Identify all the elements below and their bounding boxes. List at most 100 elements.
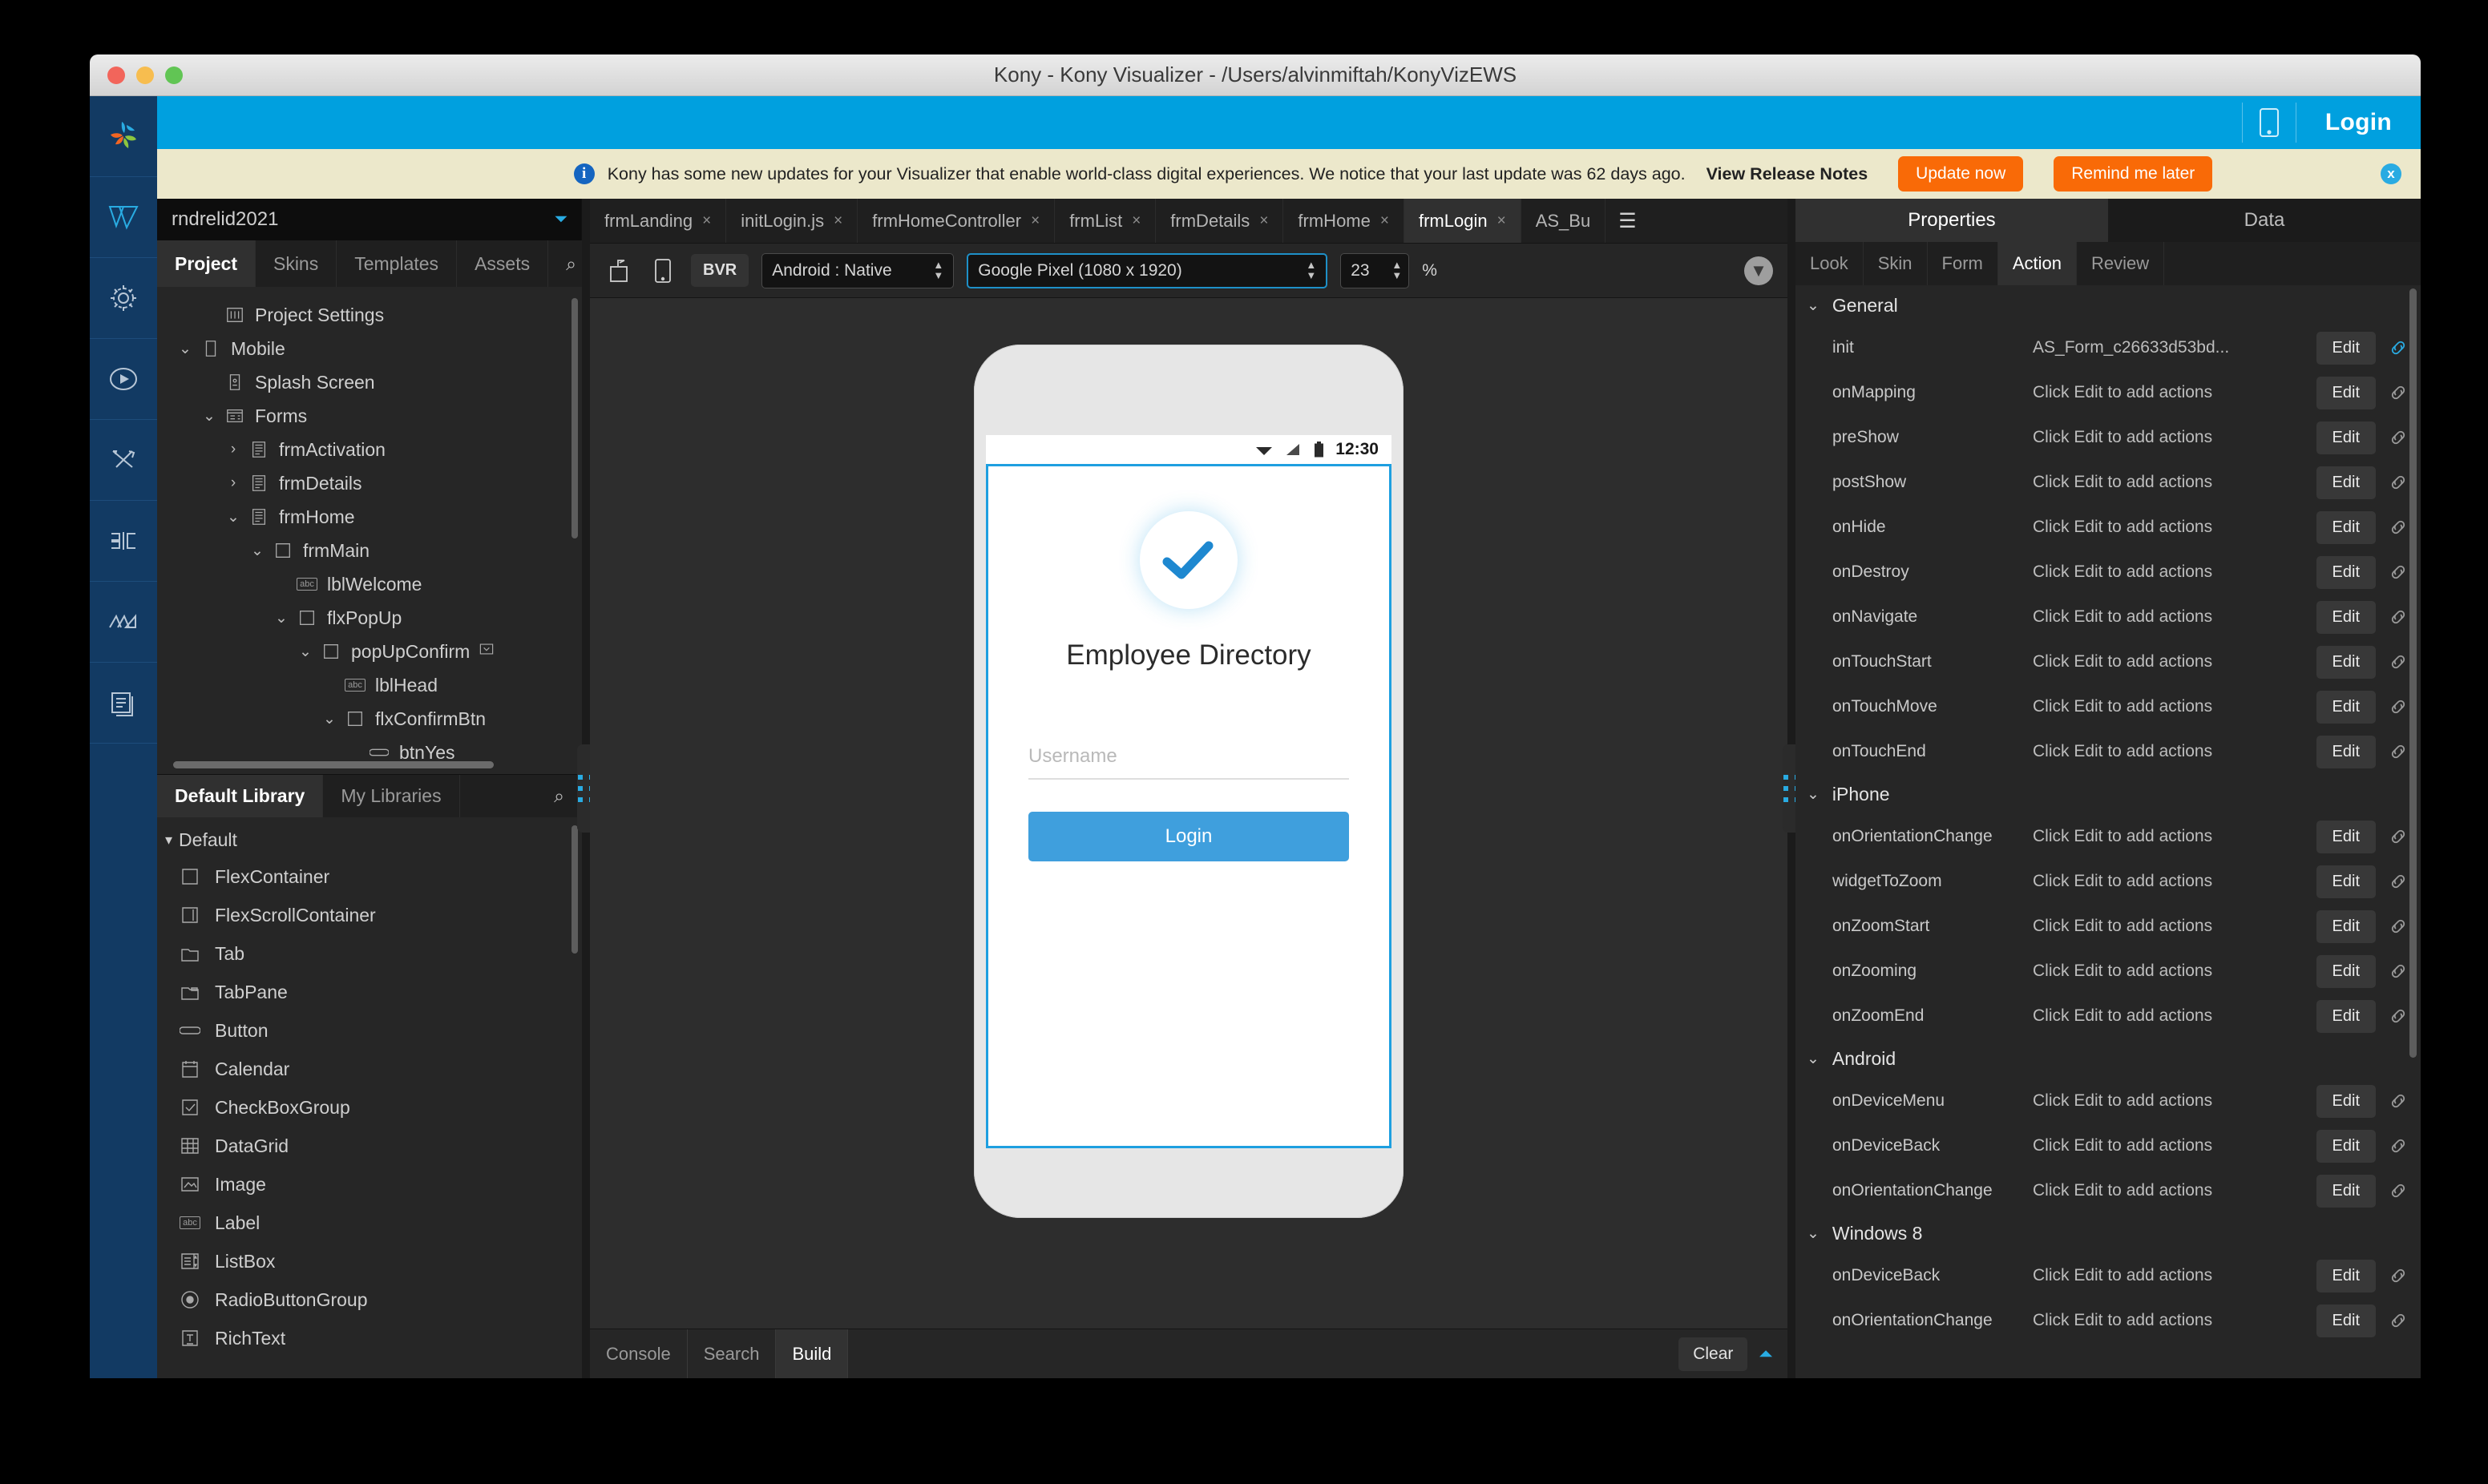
editor-tab-as-bu[interactable]: AS_Bu <box>1521 199 1606 243</box>
chevron-updown-icon[interactable]: ▲ ▼ <box>1391 260 1402 280</box>
edit-button[interactable]: Edit <box>2316 820 2376 853</box>
chevron-up-icon[interactable]: ⏶ <box>1759 1345 1773 1362</box>
tree-item-popupconfirm[interactable]: ⌄ popUpConfirm <box>157 635 582 668</box>
library-item-calendar[interactable]: Calendar <box>157 1050 582 1088</box>
project-tab-assets[interactable]: Assets <box>457 240 549 287</box>
console-tab-build[interactable]: Build <box>776 1329 849 1378</box>
tree-item-forms[interactable]: ⌄ Forms <box>157 399 582 433</box>
widget-library-list[interactable]: ▾ Default FlexContainer FlexScrollContain… <box>157 817 582 1378</box>
edit-button[interactable]: Edit <box>2316 555 2376 589</box>
tree-item-project settings[interactable]: Project Settings <box>157 298 582 332</box>
kony-logo-icon[interactable] <box>90 96 157 177</box>
chevron-right-icon[interactable]: › <box>221 441 245 458</box>
edit-button[interactable]: Edit <box>2316 376 2376 409</box>
chevron-down-circle-icon[interactable]: ▼ <box>1744 256 1773 285</box>
project-tabs[interactable]: ProjectSkinsTemplatesAssets⌕☰ <box>157 240 648 287</box>
login-account-button[interactable]: Login <box>2296 96 2421 149</box>
project-tab-skins[interactable]: Skins <box>256 240 337 287</box>
edit-button[interactable]: Edit <box>2316 735 2376 768</box>
export-form-icon[interactable] <box>604 254 635 288</box>
close-window-button[interactable] <box>107 67 125 84</box>
editor-tab-frmdetails[interactable]: frmDetails × <box>1156 199 1284 243</box>
library-item-tab[interactable]: Tab <box>157 934 582 973</box>
editor-tab-frmlist[interactable]: frmList × <box>1055 199 1157 243</box>
charts-icon[interactable] <box>90 582 157 663</box>
edit-button[interactable]: Edit <box>2316 1174 2376 1208</box>
library-item-radiobuttongroup[interactable]: RadioButtonGroup <box>157 1280 582 1319</box>
editor-tab-frmlogin[interactable]: frmLogin × <box>1404 199 1521 243</box>
view-release-notes-link[interactable]: View Release Notes <box>1706 164 1868 184</box>
tree-item-frmmain[interactable]: ⌄ frmMain <box>157 534 582 567</box>
maximize-window-button[interactable] <box>165 67 183 84</box>
editor-tab-frmhomecontroller[interactable]: frmHomeController × <box>858 199 1056 243</box>
edit-button[interactable]: Edit <box>2316 645 2376 679</box>
tree-item-mobile[interactable]: ⌄ Mobile <box>157 332 582 365</box>
library-item-richtext[interactable]: RichText <box>157 1319 582 1357</box>
tree-item-splash screen[interactable]: Splash Screen <box>157 365 582 399</box>
properties-top-tabs[interactable]: Properties Data <box>1795 199 2421 242</box>
edit-button[interactable]: Edit <box>2316 954 2376 988</box>
properties-subtab-review[interactable]: Review <box>2077 242 2165 285</box>
project-tree[interactable]: Project Settings ⌄ Mobile Splash Screen ⌄ For… <box>157 287 582 774</box>
play-icon[interactable] <box>90 339 157 420</box>
console-tab-search[interactable]: Search <box>688 1329 777 1378</box>
chevron-down-icon[interactable]: ⌄ <box>293 643 317 661</box>
edit-button[interactable]: Edit <box>2316 421 2376 454</box>
window-controls[interactable] <box>107 54 183 96</box>
visualizer-icon[interactable] <box>90 177 157 258</box>
edit-button[interactable]: Edit <box>2316 600 2376 634</box>
properties-subtab-look[interactable]: Look <box>1795 242 1864 285</box>
properties-section-android[interactable]: ⌄ Android <box>1795 1038 2421 1079</box>
login-button[interactable]: Login <box>1028 812 1349 861</box>
remind-me-later-button[interactable]: Remind me later <box>2054 156 2213 192</box>
edit-button[interactable]: Edit <box>2316 999 2376 1033</box>
library-item-datagrid[interactable]: DataGrid <box>157 1127 582 1165</box>
link-chain-icon[interactable] <box>2376 1180 2421 1202</box>
editor-tab-initlogin-js[interactable]: initLogin.js × <box>726 199 858 243</box>
right-panel-splitter[interactable] <box>1783 199 1800 1378</box>
chevron-down-icon[interactable]: ⌄ <box>221 508 245 526</box>
chevron-down-icon[interactable]: ⌄ <box>1807 785 1820 804</box>
tree-horizontal-scrollbar[interactable] <box>173 761 494 768</box>
library-item-button[interactable]: Button <box>157 1011 582 1050</box>
tools-icon[interactable] <box>90 420 157 501</box>
frmlogin-form[interactable]: Employee Directory Username Login <box>986 464 1391 1148</box>
console-tab-console[interactable]: Console <box>590 1329 688 1378</box>
zoom-stepper[interactable]: 23 ▲ ▼ <box>1340 252 1410 288</box>
tree-item-frmdetails[interactable]: › frmDetails <box>157 466 582 500</box>
link-chain-icon[interactable] <box>2376 1309 2421 1332</box>
device-select[interactable]: Google Pixel (1080 x 1920) ▲ ▼ <box>967 252 1328 288</box>
library-item-tabpane[interactable]: TabPane <box>157 973 582 1011</box>
chevron-down-icon[interactable]: ⌄ <box>173 340 197 358</box>
chevron-down-icon[interactable]: ⌄ <box>245 542 269 560</box>
project-selector[interactable]: rndrelid2021 ⏷ <box>157 199 582 240</box>
properties-content[interactable]: ⌄ General init AS_Form_c26633d53bd... Edit on… <box>1795 285 2421 1378</box>
properties-subtab-skin[interactable]: Skin <box>1864 242 1928 285</box>
layout-icon[interactable] <box>90 501 157 582</box>
left-panel-splitter[interactable] <box>577 199 595 1378</box>
bvr-button[interactable]: BVR <box>691 254 749 287</box>
form-canvas[interactable]: 12:30 Employee Directory Username Login <box>590 298 1787 1329</box>
close-icon[interactable]: × <box>834 212 842 230</box>
close-icon[interactable]: × <box>1497 212 1506 230</box>
properties-subtab-action[interactable]: Action <box>1997 242 2077 285</box>
chevron-down-icon[interactable]: ⌄ <box>1807 1050 1820 1068</box>
library-tab-default-library[interactable]: Default Library <box>157 775 324 817</box>
editor-tab-frmlanding[interactable]: frmLanding × <box>590 199 727 243</box>
close-icon[interactable]: × <box>1380 212 1389 230</box>
tree-item-frmactivation[interactable]: › frmActivation <box>157 433 582 466</box>
gear-icon[interactable] <box>90 258 157 339</box>
chevron-down-icon[interactable]: ⌄ <box>1807 1224 1820 1243</box>
edit-button[interactable]: Edit <box>2316 510 2376 544</box>
edit-button[interactable]: Edit <box>2316 909 2376 943</box>
library-item-flexcontainer[interactable]: FlexContainer <box>157 857 582 896</box>
properties-section-iphone[interactable]: ⌄ iPhone <box>1795 774 2421 814</box>
close-icon[interactable]: × <box>1259 212 1268 230</box>
library-item-checkboxgroup[interactable]: CheckBoxGroup <box>157 1088 582 1127</box>
library-item-listbox[interactable]: ListBox <box>157 1242 582 1280</box>
mobile-device-icon[interactable] <box>2243 96 2296 149</box>
tree-item-lblhead[interactable]: abc lblHead <box>157 668 582 702</box>
edit-button[interactable]: Edit <box>2316 1259 2376 1292</box>
link-chain-icon[interactable] <box>2376 1090 2421 1112</box>
properties-subtab-form[interactable]: Form <box>1928 242 1998 285</box>
